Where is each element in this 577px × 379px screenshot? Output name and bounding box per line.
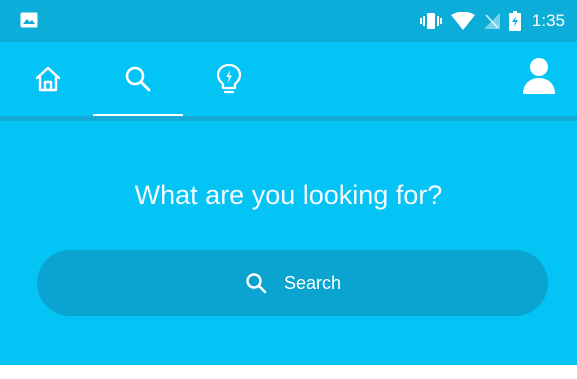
search-icon <box>125 66 151 92</box>
status-icons: 1:35 <box>419 0 565 42</box>
battery-charging-icon <box>508 11 521 31</box>
bottom-area <box>0 365 577 379</box>
wifi-icon <box>450 12 475 30</box>
home-icon <box>35 66 61 92</box>
profile-button[interactable] <box>521 56 557 96</box>
app-screen: 1:35 What are you looking for? Search <box>0 0 577 379</box>
vibrate-icon <box>419 13 442 29</box>
no-signal-icon <box>483 13 500 29</box>
tab-home[interactable] <box>3 42 93 116</box>
tab-search[interactable] <box>93 42 183 116</box>
search-button[interactable]: Search <box>37 250 548 316</box>
app-bar <box>0 42 577 116</box>
search-icon <box>246 273 267 294</box>
person-icon <box>523 58 555 94</box>
page-title: What are you looking for? <box>134 180 443 210</box>
search-label: Search <box>283 272 342 293</box>
status-bar: 1:35 <box>0 0 577 42</box>
lightbulb-bolt-icon <box>216 63 242 94</box>
search-content: What are you looking for? Search <box>0 121 577 365</box>
gallery-icon <box>20 12 38 28</box>
tab-ideas[interactable] <box>184 42 274 116</box>
status-time: 1:35 <box>531 11 565 30</box>
